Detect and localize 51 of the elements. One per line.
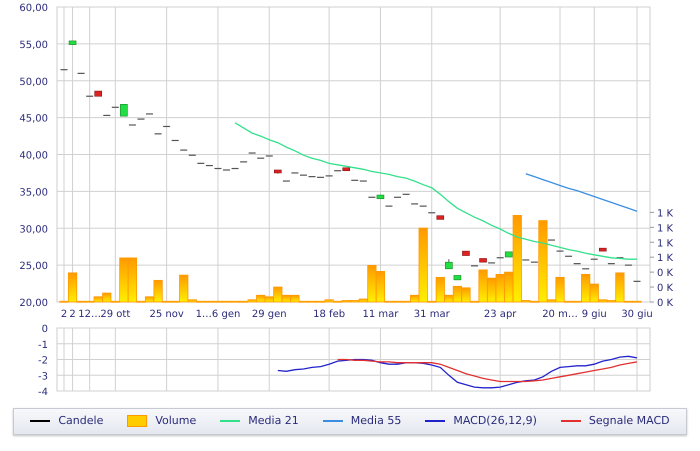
axis-label: 0 K (657, 268, 674, 280)
axis-label: 45,00 (19, 114, 48, 125)
axis-label: 20 m… (542, 309, 578, 320)
axis-label: 25 nov (149, 309, 184, 320)
axis-label: -4 (38, 387, 48, 398)
candle (445, 258, 453, 270)
candle (274, 170, 282, 174)
axis-label: 30 giu (621, 309, 653, 320)
legend-label: Media 21 (248, 413, 299, 429)
axis-label: 0 K (657, 298, 674, 309)
volume-bar (487, 278, 496, 302)
axis-label: 2 (60, 309, 68, 320)
axis-label: 1 K (657, 223, 674, 234)
axis-label: 50,00 (19, 76, 48, 88)
axis-label: -3 (38, 371, 48, 382)
axis-label: 2 (69, 309, 76, 320)
axis-label: 1 K (657, 208, 674, 220)
axis-label: 31 mar (414, 309, 450, 320)
axis-label: 1 K (657, 238, 674, 250)
candle (462, 250, 470, 256)
axis-label: 9 giu (582, 309, 607, 320)
candle (454, 274, 462, 280)
legend-label: Volume (155, 413, 196, 429)
axis-label: 1…6 gen (196, 309, 240, 320)
axis-label: 30,00 (19, 224, 48, 236)
axis-label: 18 feb (313, 309, 346, 320)
axis-label: 11 mar (362, 309, 398, 320)
axis-label: 60,00 (19, 3, 48, 14)
axis-label: 40,00 (19, 150, 48, 162)
axis-label: -1 (38, 340, 48, 351)
axis-label: 29 gen (252, 309, 287, 320)
candle (599, 248, 607, 252)
axis-label: 12… (78, 309, 102, 320)
axis-label: 0 (42, 324, 48, 335)
axis-label: 25,00 (19, 261, 48, 272)
legend-label: Media 55 (350, 413, 402, 429)
legend-label: Candele (58, 413, 104, 429)
axis-label: 1 K (657, 253, 674, 264)
candle (68, 40, 76, 46)
axis-label: 29 ott (100, 309, 130, 320)
legend-label: Segnale MACD (588, 413, 670, 429)
axis-label: 23 apr (484, 309, 516, 320)
volume-bar (496, 274, 505, 302)
axis-label: -2 (38, 356, 48, 366)
candle (436, 215, 444, 220)
axis-label: 55,00 (19, 40, 48, 51)
axis-label: 35,00 (19, 187, 48, 198)
line-swatch-icon (30, 420, 50, 422)
axis-label: 20,00 (19, 298, 48, 309)
axis-label: 0 K (657, 283, 674, 294)
legend-label: MACD(26,12,9) (453, 413, 537, 429)
